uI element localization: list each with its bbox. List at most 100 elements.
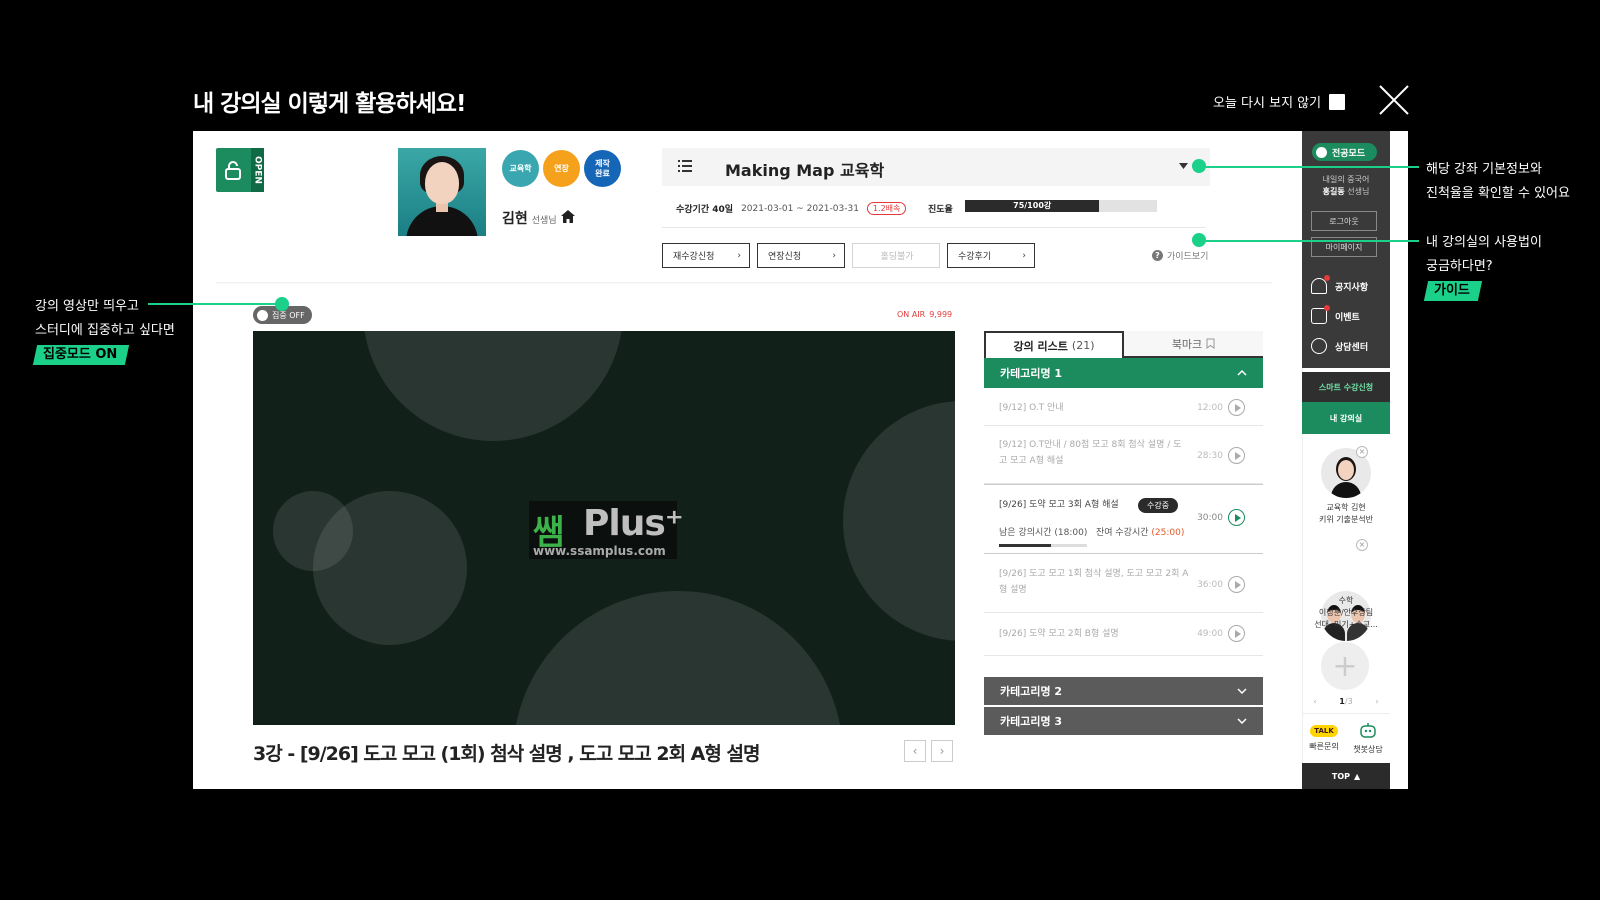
toggle-knob bbox=[1316, 146, 1327, 158]
sidebar-item-event[interactable]: 이벤트 bbox=[1311, 305, 1360, 324]
badge-extend: 연장 bbox=[543, 150, 580, 187]
dont-show-today-label: 오늘 다시 보지 않기 bbox=[1213, 96, 1322, 111]
tab-bookmark[interactable]: 북마크 bbox=[1124, 331, 1263, 358]
ssamplus-logo: 쌤 Plus⁺ www.ssamplus.com bbox=[529, 501, 684, 559]
annotation-course-info: 해당 강좌 기본정보와 진척율을 확인할 수 있어요 bbox=[1426, 162, 1570, 201]
remove-icon[interactable]: × bbox=[1356, 446, 1368, 458]
list-icon[interactable] bbox=[678, 159, 694, 173]
lecture-item[interactable]: [9/26] 도고 모고 1회 첨삭 설명, 도고 모고 2회 A형 설명 36… bbox=[984, 554, 1263, 613]
lecture-title: 3강 - [9/26] 도고 모고 (1회) 첨삭 설명 , 도고 모고 2회 … bbox=[253, 743, 760, 765]
chevron-right-icon: › bbox=[832, 250, 836, 261]
sidebar-item-notice[interactable]: 공지사항 bbox=[1311, 275, 1368, 294]
prev-lecture-button[interactable]: ‹ bbox=[904, 740, 926, 762]
lock-open-icon bbox=[225, 161, 241, 180]
extend-button[interactable]: 연장신청 › bbox=[757, 243, 845, 268]
toggle-knob bbox=[257, 309, 268, 321]
divider bbox=[216, 282, 1272, 284]
dont-show-checkbox[interactable] bbox=[1329, 93, 1346, 110]
guide-link[interactable]: ? 가이드보기 bbox=[1152, 249, 1208, 262]
chevron-right-icon: › bbox=[737, 250, 741, 261]
annotation-tag: 가이드 bbox=[1423, 281, 1483, 301]
quick-ask-button[interactable]: TALK 빠른문의 bbox=[1302, 714, 1346, 763]
add-course-button[interactable]: + bbox=[1321, 642, 1369, 690]
open-badge-label: OPEN bbox=[251, 148, 264, 192]
professor-photo bbox=[398, 148, 486, 236]
annotation-line bbox=[1205, 166, 1419, 168]
annotation-dot bbox=[1192, 159, 1206, 173]
progress-label: 진도율 bbox=[928, 205, 953, 215]
play-icon[interactable] bbox=[1228, 447, 1245, 464]
dont-show-today-toggle[interactable]: 오늘 다시 보지 않기 bbox=[1213, 92, 1346, 111]
sidebar-bottom-actions: TALK 빠른문의 챗봇상담 bbox=[1302, 713, 1390, 763]
tab-lecture-list[interactable]: 강의 리스트 (21) bbox=[984, 331, 1124, 358]
professor-suffix: 선생님 bbox=[531, 216, 557, 226]
my-classroom-button[interactable]: 내 강의실 bbox=[1302, 402, 1390, 434]
next-page-icon[interactable]: › bbox=[1375, 697, 1378, 706]
remove-icon[interactable]: × bbox=[1356, 539, 1368, 551]
play-icon[interactable] bbox=[1228, 625, 1245, 642]
sidebar-item-consult[interactable]: 상담센터 bbox=[1311, 338, 1368, 354]
play-icon[interactable] bbox=[1228, 509, 1245, 526]
annotation-line bbox=[1205, 240, 1419, 242]
prev-page-icon[interactable]: ‹ bbox=[1313, 697, 1316, 706]
lecture-item[interactable]: [9/12] O.T안내 / 80점 모고 8회 첨삭 설명 / 도고 모고 A… bbox=[984, 426, 1263, 484]
plus-icon: + bbox=[1332, 648, 1358, 684]
lecture-item[interactable]: [9/26] 도약 모고 2회 B형 설명 49:00 bbox=[984, 613, 1263, 656]
recent-course-label: 수학 이정훈/안후상팀 선대, 미기+수교... bbox=[1314, 596, 1378, 629]
status-badge: 수강중 bbox=[1138, 498, 1179, 513]
bookmark-icon bbox=[1206, 338, 1215, 349]
logout-button[interactable]: 로그아웃 bbox=[1311, 211, 1377, 231]
category-1-header[interactable]: 카테고리명 1 bbox=[984, 358, 1263, 388]
overlay-title: 내 강의실 이렇게 활용하세요! bbox=[193, 91, 466, 117]
period-label: 수강기간 40일 bbox=[676, 205, 734, 215]
chatbot-button[interactable]: 챗봇상담 bbox=[1346, 714, 1390, 763]
major-mode-toggle[interactable]: 전공모드 bbox=[1312, 143, 1377, 161]
close-icon[interactable] bbox=[1378, 84, 1410, 116]
bell-icon bbox=[1311, 275, 1330, 294]
caret-down-icon[interactable] bbox=[1179, 163, 1188, 169]
check-icon bbox=[1331, 96, 1343, 108]
chat-bubble-icon bbox=[1311, 338, 1327, 354]
progress-bar: 75/100강 bbox=[965, 200, 1157, 212]
chevron-left-icon: ‹ bbox=[912, 744, 918, 758]
professor-name-text: 김현 bbox=[502, 211, 528, 227]
chevron-right-icon: › bbox=[1022, 250, 1026, 261]
category-3-header[interactable]: 카테고리명 3 bbox=[984, 707, 1263, 735]
chevron-right-icon: › bbox=[939, 744, 945, 758]
onair-count: 9,999 bbox=[929, 310, 953, 319]
play-icon[interactable] bbox=[1228, 576, 1245, 593]
progress-fill: 75/100강 bbox=[965, 200, 1100, 212]
next-lecture-button[interactable]: › bbox=[931, 740, 953, 762]
home-icon[interactable] bbox=[560, 210, 575, 223]
play-icon[interactable] bbox=[1228, 399, 1245, 416]
category-2-header[interactable]: 카테고리명 2 bbox=[984, 677, 1263, 705]
period-dates: 2021-03-01 ~ 2021-03-31 bbox=[741, 203, 859, 214]
badge-subject: 교육학 bbox=[502, 150, 539, 187]
speed-badge: 1.2배속 bbox=[866, 202, 907, 215]
calendar-check-icon bbox=[1311, 305, 1330, 324]
smart-apply-button[interactable]: 스마트 수강신청 bbox=[1302, 372, 1390, 402]
video-player[interactable]: 쌤 Plus⁺ www.ssamplus.com bbox=[253, 331, 955, 725]
lecture-item[interactable]: [9/12] O.T 안내 12:00 bbox=[984, 390, 1263, 426]
lecture-item-current[interactable]: [9/26] 도약 모고 3회 A형 해설 수강중 남은 강의시간 (18:00… bbox=[984, 484, 1263, 554]
chevron-down-icon bbox=[1237, 688, 1247, 694]
course-title: Making Map 교육학 bbox=[725, 161, 885, 180]
annotation-dot bbox=[1192, 233, 1206, 247]
caret-up-icon: ▲ bbox=[1353, 771, 1361, 781]
remaining-time: 남은 강의시간 (18:00) 잔여 수강시간 (25:00) bbox=[999, 528, 1185, 538]
badge-production-done: 제작 완료 bbox=[584, 150, 621, 187]
onair-indicator: ON AIR 9,999 bbox=[897, 310, 953, 319]
annotation-focus-mode: 강의 영상만 띄우고 스터디에 집중하고 싶다면 집중모드 ON bbox=[32, 295, 175, 367]
scroll-top-button[interactable]: TOP ▲ bbox=[1302, 763, 1390, 789]
chevron-up-icon bbox=[1237, 370, 1247, 376]
divider bbox=[662, 227, 1206, 228]
annotation-dot bbox=[275, 297, 289, 311]
course-period: 수강기간 40일 2021-03-01 ~ 2021-03-31 1.2배속 bbox=[676, 202, 907, 215]
open-badge: OPEN bbox=[216, 148, 264, 192]
review-button[interactable]: 수강후기 › bbox=[947, 243, 1035, 268]
question-icon: ? bbox=[1152, 250, 1163, 261]
lecture-progress bbox=[999, 544, 1087, 547]
chevron-down-icon bbox=[1237, 718, 1247, 724]
recent-pager: ‹ 1/3 › bbox=[1313, 697, 1379, 706]
retake-button[interactable]: 재수강신청 › bbox=[662, 243, 750, 268]
